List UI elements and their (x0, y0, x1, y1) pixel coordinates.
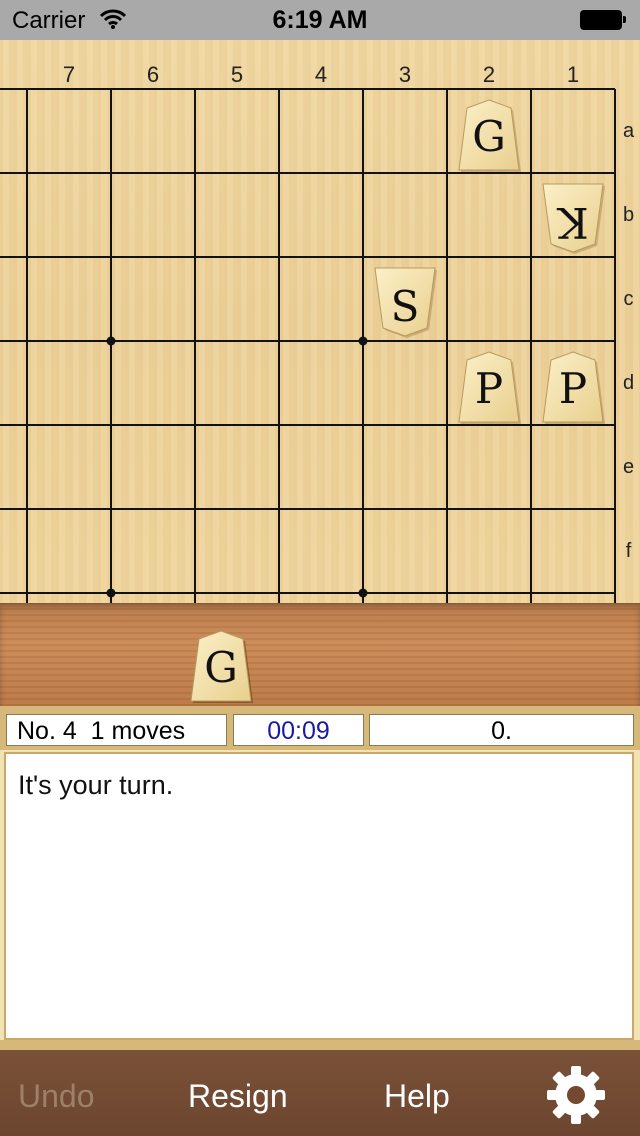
status-bar: Carrier 6:19 AM (0, 0, 640, 40)
piece-label: S (390, 282, 420, 331)
file-label-1: 1 (566, 62, 580, 87)
file-label-2: 2 (482, 62, 496, 87)
piece-label: K (557, 198, 589, 247)
help-button[interactable]: Help (384, 1078, 450, 1115)
gear-icon[interactable] (546, 1065, 606, 1125)
bottom-toolbar: Undo Resign Help (0, 1050, 640, 1136)
piece-pawn[interactable]: P (455, 350, 523, 426)
clock: 6:19 AM (272, 6, 368, 34)
move-counter: No. 4 1 moves (6, 714, 227, 746)
game-info-bar: No. 4 1 moves 00:09 0. (0, 706, 640, 750)
resign-button[interactable]: Resign (188, 1078, 288, 1115)
battery-icon (580, 10, 626, 30)
rank-label-c: c (623, 288, 634, 310)
file-label-7: 7 (62, 62, 76, 87)
piece-label: P (558, 364, 588, 413)
rank-label-b: b (622, 204, 635, 226)
piece-label: G (204, 643, 238, 692)
message-panel: It's your turn. (4, 752, 634, 1040)
rank-label-d: d (622, 372, 635, 394)
piece-pawn[interactable]: P (539, 350, 607, 426)
evaluation-score: 0. (369, 714, 634, 746)
piece-gold[interactable]: G (455, 98, 523, 174)
piece-label: P (474, 364, 504, 413)
file-label-3: 3 (398, 62, 412, 87)
rank-label-a: a (622, 120, 635, 142)
file-label-5: 5 (230, 62, 244, 87)
board-grid (0, 88, 616, 603)
rank-label-f: f (625, 540, 632, 562)
piece-label: G (472, 112, 506, 161)
piece-king-opponent[interactable]: K (539, 180, 607, 256)
undo-button[interactable]: Undo (18, 1078, 95, 1115)
captured-piece-gold[interactable]: G (187, 629, 255, 705)
message-frame (0, 1040, 640, 1050)
captured-pieces-tray[interactable]: G (0, 603, 640, 706)
rank-label-e: e (622, 456, 635, 478)
piece-silver[interactable]: S (371, 264, 439, 340)
shogi-board[interactable]: 7 6 5 4 3 2 1 a b c d e f G K S P P (0, 40, 640, 603)
turn-message: It's your turn. (18, 770, 174, 800)
file-label-4: 4 (314, 62, 328, 87)
file-label-6: 6 (146, 62, 160, 87)
game-timer: 00:09 (233, 714, 364, 746)
